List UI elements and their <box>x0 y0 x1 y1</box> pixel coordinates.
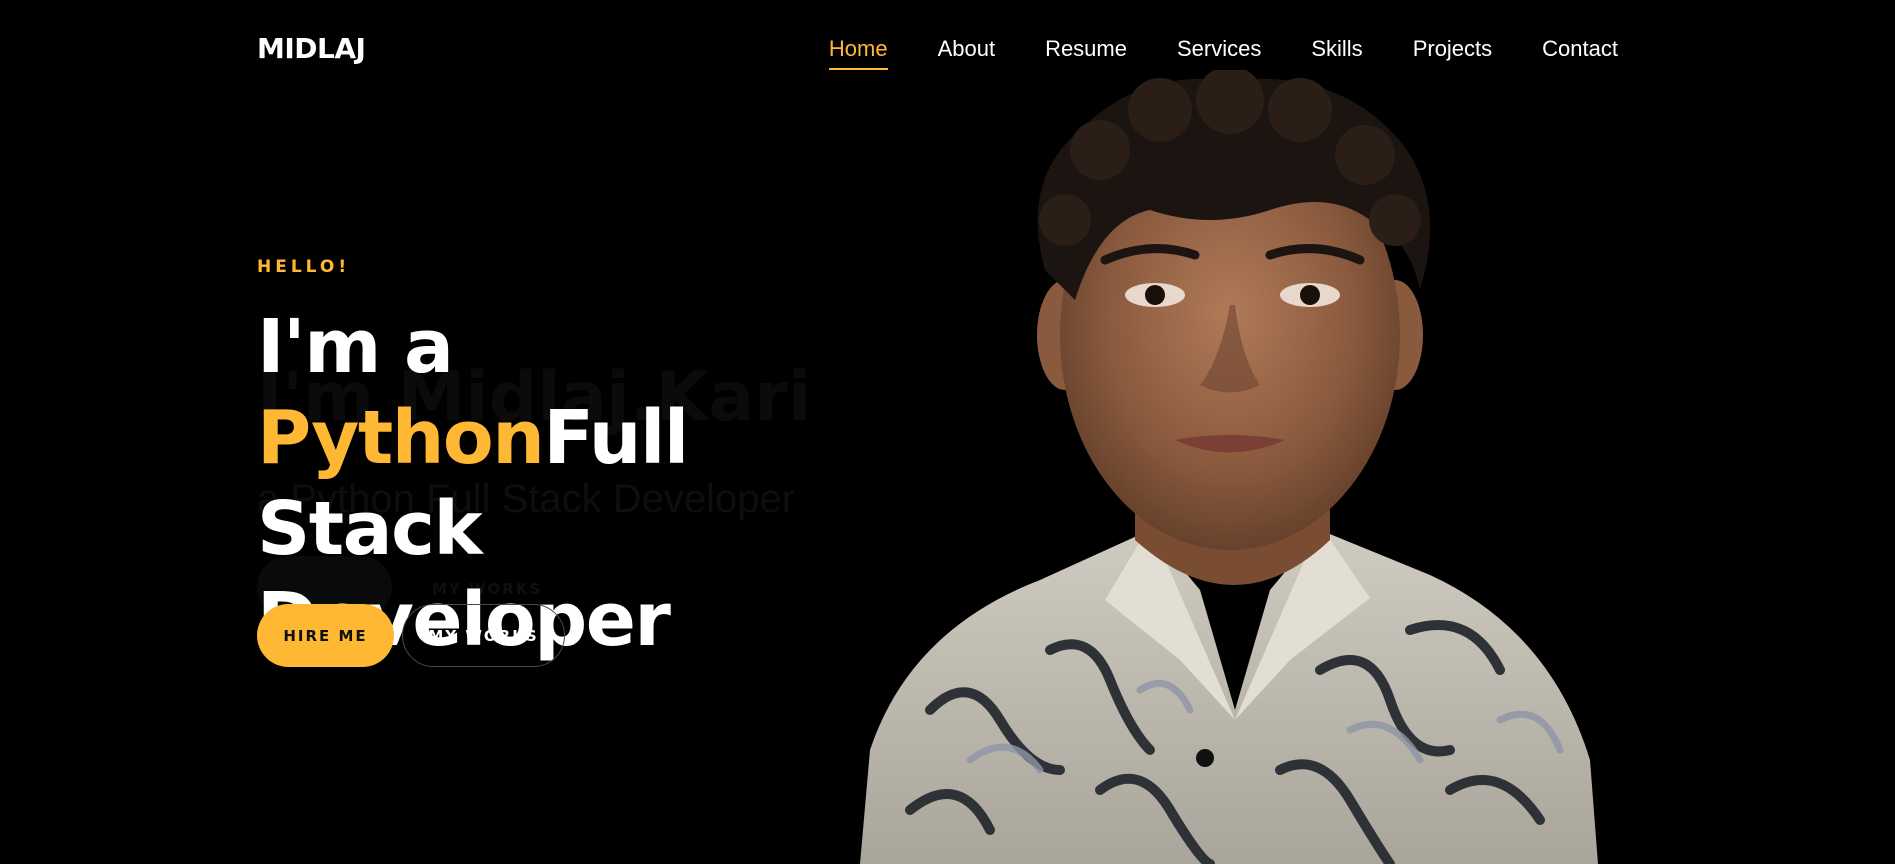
nav-item-home[interactable]: Home <box>828 34 888 70</box>
profile-photo <box>860 70 1598 864</box>
headline-highlight: Python <box>257 395 545 481</box>
main-nav: Home About Resume Services Skills Projec… <box>828 34 1618 70</box>
hero-greeting: HELLO! <box>257 257 351 277</box>
site-logo[interactable]: MIDLAJ <box>257 32 366 66</box>
nav-item-skills[interactable]: Skills <box>1311 34 1362 64</box>
nav-item-resume[interactable]: Resume <box>1045 34 1127 64</box>
headline-prefix: I'm a <box>257 304 454 390</box>
nav-item-projects[interactable]: Projects <box>1413 34 1492 64</box>
my-works-button[interactable]: MY WORKS <box>402 604 565 667</box>
nav-item-about[interactable]: About <box>938 34 996 64</box>
nav-item-services[interactable]: Services <box>1177 34 1261 64</box>
page: MIDLAJ Home About Resume Services Skills… <box>0 0 1895 864</box>
hire-me-button[interactable]: HIRE ME <box>257 604 394 667</box>
nav-item-contact[interactable]: Contact <box>1542 34 1618 64</box>
